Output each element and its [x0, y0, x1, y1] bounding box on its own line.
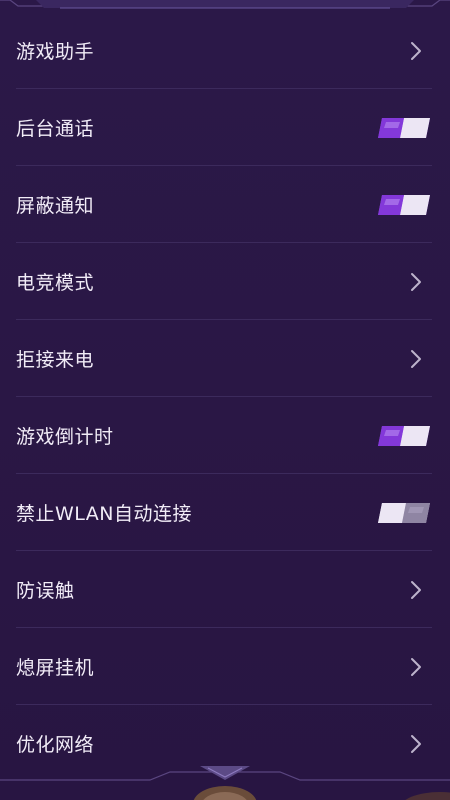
- chevron-right-icon: [404, 39, 428, 63]
- row-label: 禁止WLAN自动连接: [16, 503, 193, 525]
- settings-row-reject-calls[interactable]: 拒接来电: [0, 320, 450, 397]
- settings-row-block-notifications[interactable]: 屏蔽通知: [0, 166, 450, 243]
- chevron-right-icon: [404, 578, 428, 602]
- settings-row-accidental-touch[interactable]: 防误触: [0, 551, 450, 628]
- toggle-switch-off[interactable]: [376, 501, 434, 525]
- row-label: 电竞模式: [16, 272, 95, 294]
- row-label: 拒接来电: [16, 349, 95, 371]
- game-assistant-settings-screen: 游戏助手 后台通话 屏蔽通知 电竞模式 拒接来电 游戏倒计时 禁止WLAN自动连…: [0, 0, 450, 800]
- row-label: 屏蔽通知: [16, 195, 95, 217]
- row-label: 游戏倒计时: [16, 426, 114, 448]
- toggle-switch-on[interactable]: [376, 193, 434, 217]
- row-label: 熄屏挂机: [16, 657, 95, 679]
- toggle-switch-on[interactable]: [376, 116, 434, 140]
- settings-row-game-countdown[interactable]: 游戏倒计时: [0, 397, 450, 474]
- settings-row-disable-wlan-autoconnect[interactable]: 禁止WLAN自动连接: [0, 474, 450, 551]
- chevron-right-icon: [404, 347, 428, 371]
- settings-list: 游戏助手 后台通话 屏蔽通知 电竞模式 拒接来电 游戏倒计时 禁止WLAN自动连…: [0, 12, 450, 782]
- chevron-right-icon: [404, 270, 428, 294]
- bottom-decorative-frame: [0, 750, 450, 800]
- settings-row-background-call[interactable]: 后台通话: [0, 89, 450, 166]
- row-label: 后台通话: [16, 118, 95, 140]
- settings-row-screen-off-idle[interactable]: 熄屏挂机: [0, 628, 450, 705]
- chevron-right-icon: [404, 655, 428, 679]
- row-label: 防误触: [16, 580, 75, 602]
- row-label: 游戏助手: [16, 41, 95, 63]
- settings-row-game-assistant[interactable]: 游戏助手: [0, 12, 450, 89]
- settings-row-esports-mode[interactable]: 电竞模式: [0, 243, 450, 320]
- toggle-switch-on[interactable]: [376, 424, 434, 448]
